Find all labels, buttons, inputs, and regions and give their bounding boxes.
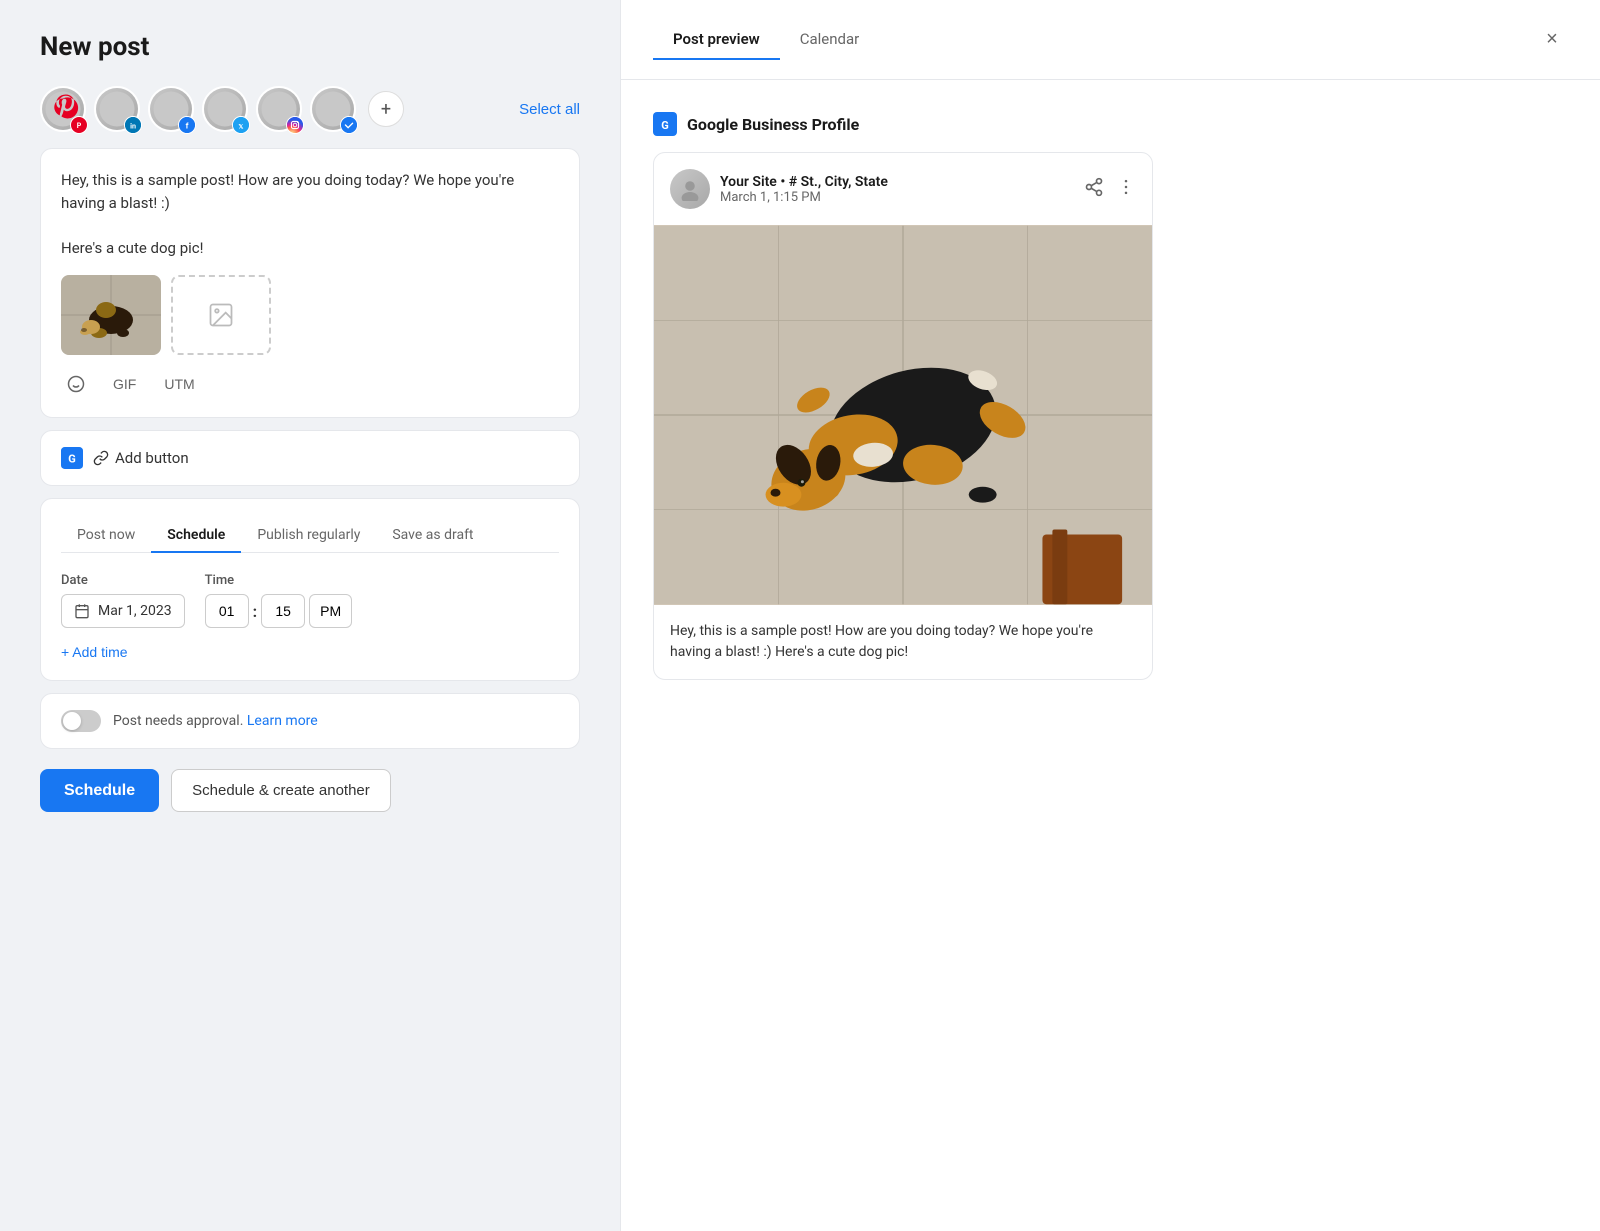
add-time-button[interactable]: + Add time — [61, 644, 128, 660]
account-facebook[interactable]: f — [148, 86, 194, 132]
time-hour-input[interactable] — [205, 594, 249, 628]
account-instagram[interactable] — [256, 86, 302, 132]
utm-button[interactable]: UTM — [158, 372, 200, 396]
accounts-row: P in f 𝕏 — [40, 86, 580, 132]
gbp-profile-name: Your Site • # St., City, State — [720, 174, 888, 190]
svg-text:𝕏: 𝕏 — [238, 123, 243, 131]
google-business-icon: G — [61, 447, 83, 469]
gbp-card-header: Your Site • # St., City, State March 1, … — [654, 153, 1152, 225]
date-time-row: Date Mar 1, 2023 Time : — [61, 573, 559, 628]
preview-tabs: Post preview Calendar — [653, 20, 879, 59]
time-input: : PM — [205, 594, 353, 628]
account-pinterest[interactable]: P — [40, 86, 86, 132]
toggle-knob — [63, 712, 81, 730]
platform-name: Google Business Profile — [687, 115, 859, 134]
svg-text:f: f — [186, 122, 189, 131]
account-twitter[interactable]: 𝕏 — [202, 86, 248, 132]
gbp-post-text: Hey, this is a sample post! How are you … — [654, 605, 1152, 679]
tab-publish-regularly[interactable]: Publish regularly — [241, 519, 376, 553]
gbp-avatar — [670, 169, 710, 209]
left-panel: New post P in — [0, 0, 620, 1231]
svg-text:in: in — [130, 122, 136, 131]
gbp-header-actions — [1084, 177, 1136, 202]
gbp-post-date: March 1, 1:15 PM — [720, 190, 888, 205]
time-minute-input[interactable] — [261, 594, 305, 628]
date-input[interactable]: Mar 1, 2023 — [61, 594, 185, 628]
post-actions: GIF UTM — [61, 371, 559, 397]
svg-text:G: G — [661, 119, 669, 132]
twitter-badge: 𝕏 — [232, 116, 250, 134]
tab-schedule[interactable]: Schedule — [151, 519, 241, 553]
share-icon[interactable] — [1084, 177, 1104, 202]
bottom-buttons: Schedule Schedule & create another — [40, 769, 580, 812]
add-button-link[interactable]: Add button — [93, 449, 189, 467]
select-all-button[interactable]: Select all — [519, 101, 580, 118]
gbp-profile-info: Your Site • # St., City, State March 1, … — [720, 174, 888, 205]
right-content: G Google Business Profile Your Site • # … — [621, 80, 1600, 1231]
emoji-button[interactable] — [61, 371, 91, 397]
pinterest-badge: P — [70, 116, 88, 134]
image-add-placeholder[interactable] — [171, 275, 271, 355]
image-thumbnail-1[interactable] — [61, 275, 161, 355]
platform-header: G Google Business Profile — [653, 112, 1568, 136]
gbp-profile: Your Site • # St., City, State March 1, … — [670, 169, 888, 209]
time-field-group: Time : PM — [205, 573, 353, 628]
schedule-create-another-button[interactable]: Schedule & create another — [171, 769, 391, 812]
gif-button[interactable]: GIF — [107, 372, 142, 396]
tab-post-preview[interactable]: Post preview — [653, 20, 780, 60]
date-value: Mar 1, 2023 — [98, 603, 172, 619]
page-title: New post — [40, 32, 580, 62]
more-options-icon[interactable] — [1116, 177, 1136, 202]
schedule-card: Post now Schedule Publish regularly Save… — [40, 498, 580, 681]
account-checked[interactable] — [310, 86, 356, 132]
learn-more-link[interactable]: Learn more — [247, 713, 318, 729]
linkedin-badge: in — [124, 116, 142, 134]
svg-text:P: P — [77, 122, 82, 130]
schedule-tabs: Post now Schedule Publish regularly Save… — [61, 519, 559, 553]
approval-toggle[interactable] — [61, 710, 101, 732]
approval-text: Post needs approval. Learn more — [113, 713, 318, 729]
gbp-post-image — [654, 225, 1152, 605]
instagram-badge — [286, 116, 304, 134]
link-icon — [93, 450, 109, 466]
gbp-preview-card: Your Site • # St., City, State March 1, … — [653, 152, 1153, 680]
checked-badge — [340, 116, 358, 134]
post-text-card: Hey, this is a sample post! How are you … — [40, 148, 580, 418]
facebook-badge: f — [178, 116, 196, 134]
calendar-icon — [74, 603, 90, 619]
post-text-content[interactable]: Hey, this is a sample post! How are you … — [61, 169, 559, 259]
time-separator: : — [253, 602, 258, 621]
account-linkedin[interactable]: in — [94, 86, 140, 132]
tab-calendar[interactable]: Calendar — [780, 20, 880, 60]
svg-text:G: G — [68, 453, 76, 466]
add-account-button[interactable]: + — [368, 91, 404, 127]
close-button[interactable]: × — [1536, 24, 1568, 56]
add-button-section: G Add button — [40, 430, 580, 486]
tab-save-as-draft[interactable]: Save as draft — [376, 519, 489, 553]
right-panel: Post preview Calendar × G Google Busines… — [620, 0, 1600, 1231]
tab-post-now[interactable]: Post now — [61, 519, 151, 553]
date-label: Date — [61, 573, 185, 588]
ampm-button[interactable]: PM — [309, 594, 352, 628]
date-field-group: Date Mar 1, 2023 — [61, 573, 185, 628]
schedule-button[interactable]: Schedule — [40, 769, 159, 812]
google-business-profile-icon: G — [653, 112, 677, 136]
approval-card: Post needs approval. Learn more — [40, 693, 580, 749]
images-row — [61, 275, 559, 355]
time-label: Time — [205, 573, 353, 588]
right-header: Post preview Calendar × — [621, 0, 1600, 80]
